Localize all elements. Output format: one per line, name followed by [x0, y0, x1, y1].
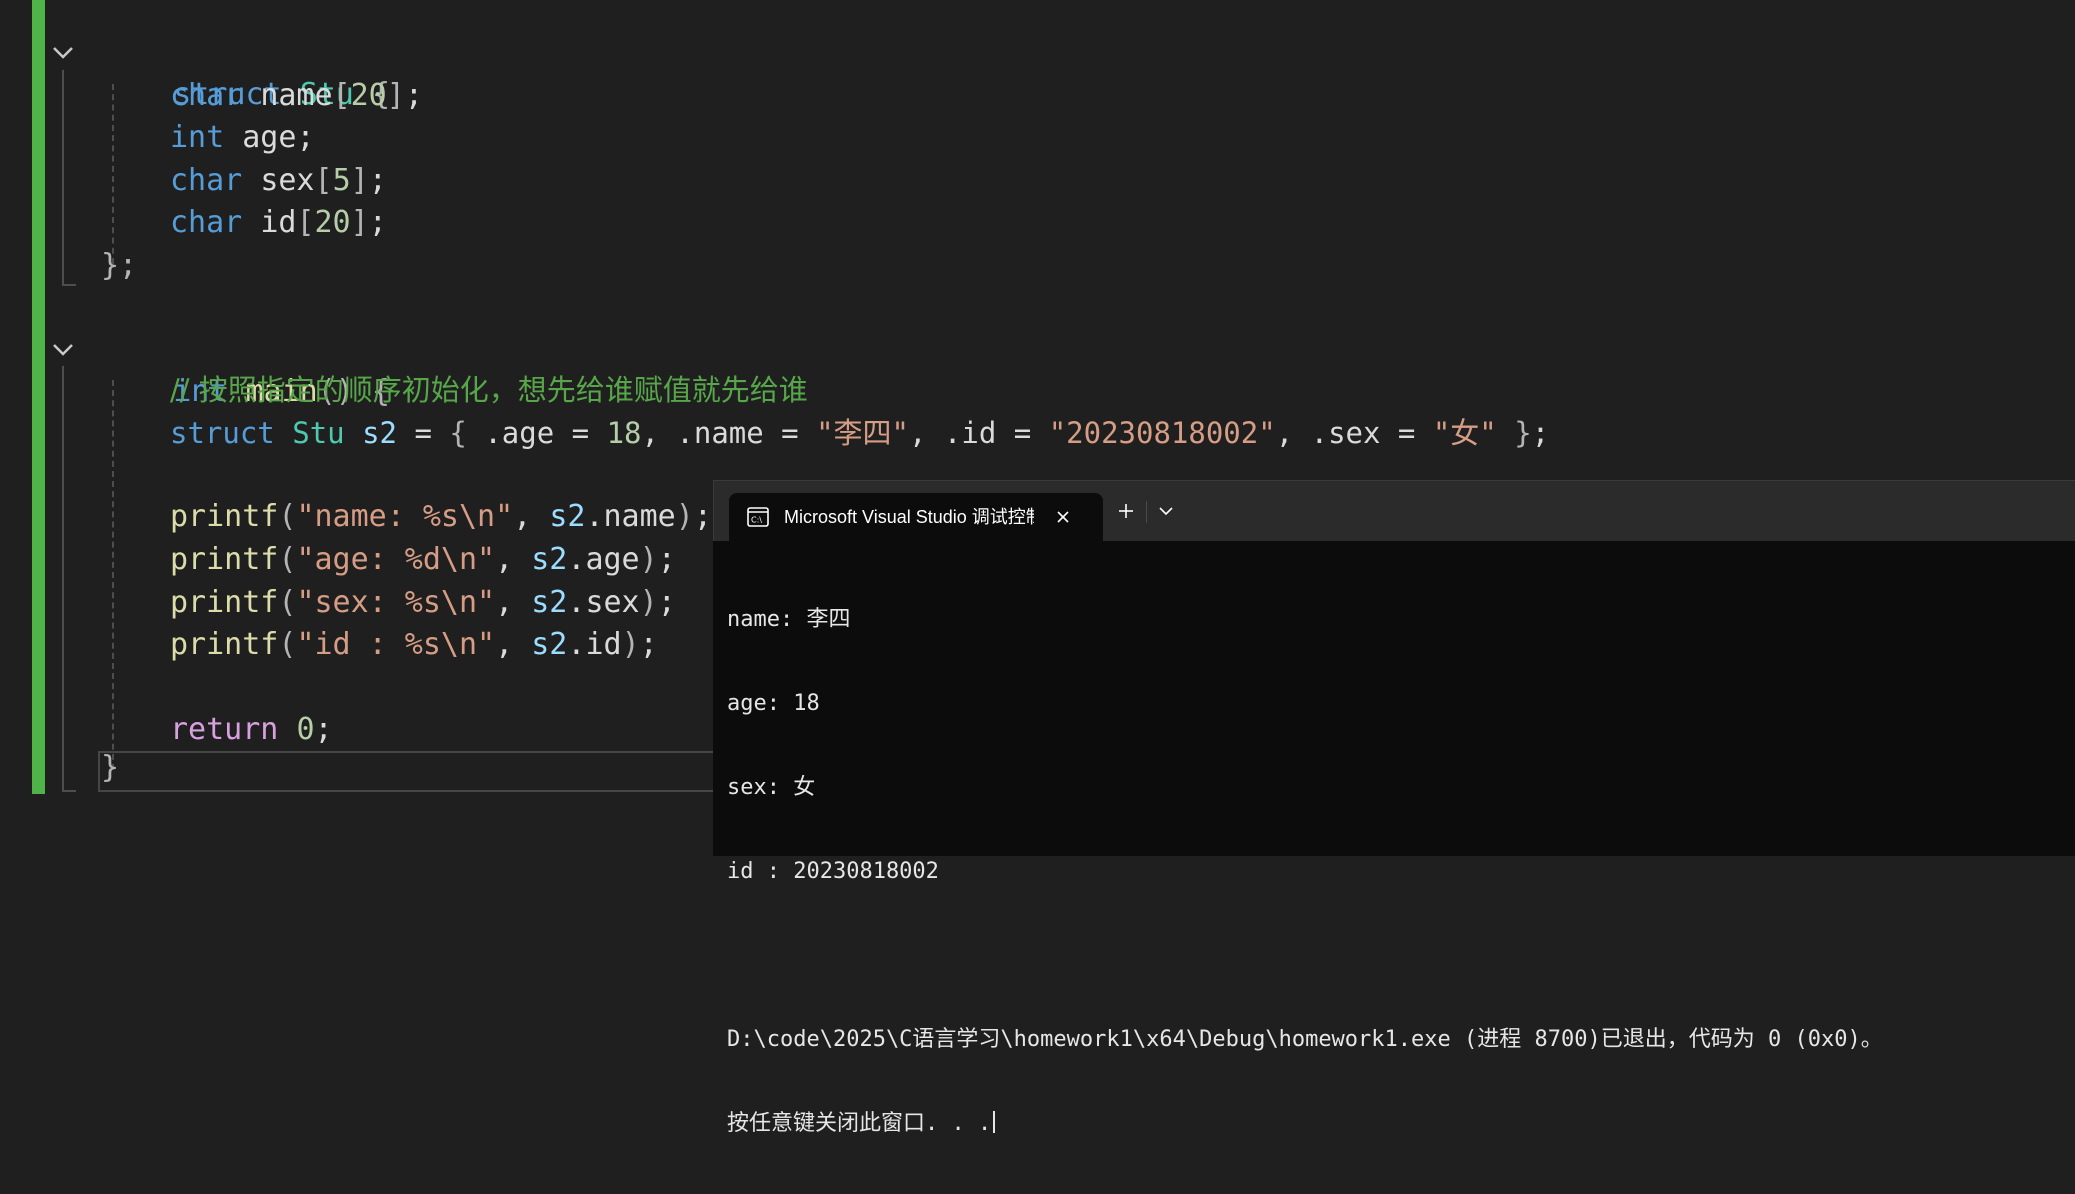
variable-s2: s2: [362, 416, 398, 450]
change-tracking-bar: [32, 0, 45, 794]
main-fold-guide: [62, 366, 76, 792]
code-line-main: int main() {: [101, 329, 390, 409]
init-sex-value: "女": [1432, 416, 1497, 450]
terminal-tab-title: Microsoft Visual Studio 调试控制台: [784, 507, 1034, 527]
code-line-printf-sex: printf("sex: %s\n", s2.sex);: [170, 585, 676, 620]
output-line: name: 李四: [727, 607, 851, 632]
plus-icon[interactable]: [1108, 493, 1144, 529]
code-line-printf-name: printf("name: %s\n", s2.name);: [170, 499, 712, 534]
printf-member: age: [585, 542, 640, 577]
return-value: 0: [296, 712, 315, 747]
printf-member: name: [603, 499, 676, 534]
text-cursor: [993, 1111, 996, 1133]
field-name: name: [260, 78, 333, 113]
field-size: 20: [350, 78, 387, 113]
printf-format: "name: %s\n": [296, 499, 514, 534]
field-type: char: [170, 78, 243, 113]
collapse-struct-chevron-icon[interactable]: [48, 38, 78, 68]
struct-type: Stu: [292, 416, 345, 450]
close-icon[interactable]: [1049, 503, 1077, 531]
struct-close: };: [101, 248, 138, 283]
keyword-struct: struct: [170, 416, 275, 450]
code-line-field-id: char id[20];: [170, 205, 387, 240]
output-line: age: 18: [727, 691, 820, 716]
field-type: int: [170, 120, 225, 155]
code-line-struct-close: };: [101, 245, 137, 287]
console-icon: C:\: [747, 507, 769, 527]
field-name: id: [260, 205, 297, 240]
svg-text:C:\: C:\: [751, 516, 762, 525]
init-name-value: "李四": [816, 416, 910, 450]
output-line: sex: 女: [727, 775, 816, 800]
code-line-field-name: char name[20];: [170, 78, 423, 113]
current-line-highlight: [98, 751, 740, 792]
terminal-tab[interactable]: C:\ Microsoft Visual Studio 调试控制台: [729, 493, 1103, 541]
code-line-printf-age: printf("age: %d\n", s2.age);: [170, 542, 676, 577]
code-comment: // 按照指定的顺序初始化，想先给谁赋值就先给谁: [170, 373, 808, 407]
init-id-value: "20230818002": [1048, 416, 1276, 450]
titlebar-separator: [1146, 501, 1147, 523]
field-type: char: [170, 163, 243, 198]
printf-format: "id : %s\n": [296, 627, 496, 662]
debug-console-window[interactable]: C:\ Microsoft Visual Studio 调试控制台 name: …: [713, 480, 2075, 1136]
code-line-return: return 0;: [170, 712, 333, 747]
code-line-init: struct Stu s2 = { .age = 18, .name = "李四…: [170, 416, 1550, 450]
main-close-brace: }: [101, 750, 120, 785]
output-line: D:\code\2025\C语言学习\homework1\x64\Debug\h…: [727, 1027, 1883, 1052]
field-size: 20: [314, 205, 351, 240]
field-name: age: [242, 120, 297, 155]
code-line-struct: struct Stu {: [101, 32, 390, 112]
code-line-printf-id: printf("id : %s\n", s2.id);: [170, 627, 658, 662]
field-type: char: [170, 205, 243, 240]
field-name: sex: [260, 163, 315, 198]
printf-format: "sex: %s\n": [296, 585, 496, 620]
terminal-output[interactable]: name: 李四 age: 18 sex: 女 id : 20230818002…: [727, 550, 2067, 1136]
output-line: id : 20230818002: [727, 859, 939, 884]
keyword-return: return: [170, 712, 279, 747]
terminal-titlebar: C:\ Microsoft Visual Studio 调试控制台: [713, 480, 2075, 541]
chevron-down-icon[interactable]: [1148, 493, 1184, 529]
printf-member: id: [585, 627, 622, 662]
code-line-main-close: }: [101, 747, 119, 789]
code-line-field-sex: char sex[5];: [170, 163, 387, 198]
field-size: 5: [332, 163, 351, 198]
init-age-value: 18: [606, 416, 642, 450]
struct-fold-guide: [62, 70, 76, 286]
printf-member: sex: [585, 585, 640, 620]
code-line-field-age: int age;: [170, 120, 315, 155]
output-line-prompt: 按任意键关闭此窗口. . .: [727, 1110, 2067, 1138]
collapse-main-chevron-icon[interactable]: [48, 335, 78, 365]
prompt-text: 按任意键关闭此窗口. . .: [727, 1111, 992, 1136]
printf-format: "age: %d\n": [296, 542, 496, 577]
